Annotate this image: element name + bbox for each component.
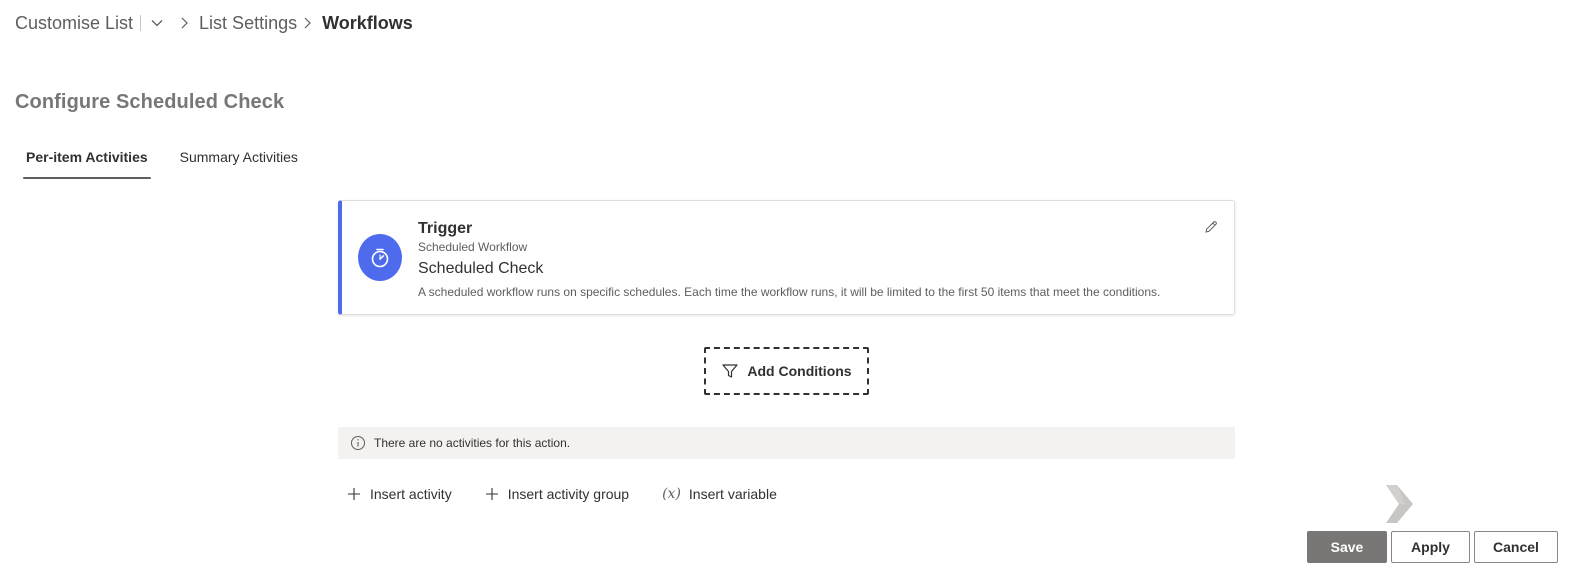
trigger-subtitle: Scheduled Workflow: [418, 240, 528, 254]
pencil-icon: [1205, 221, 1217, 233]
insert-variable-button[interactable]: (x) Insert variable: [662, 483, 777, 505]
breadcrumb: Customise List List Settings Workflows: [15, 10, 413, 36]
breadcrumb-item-list-settings[interactable]: List Settings: [199, 13, 297, 34]
trigger-name: Scheduled Check: [418, 260, 544, 277]
insert-activity-group-label: Insert activity group: [507, 486, 630, 502]
insert-activity-label: Insert activity: [370, 486, 452, 502]
breadcrumb-item-customise-list[interactable]: Customise List: [15, 13, 133, 34]
insert-activity-button[interactable]: Insert activity: [347, 483, 452, 505]
trigger-title: Trigger: [418, 220, 473, 237]
chevron-right-icon: [301, 17, 313, 29]
tab-summary-activities[interactable]: Summary Activities: [177, 144, 301, 179]
insert-toolbar: Insert activity Insert activity group (x…: [347, 483, 777, 505]
no-activities-text: There are no activities for this action.: [374, 436, 571, 450]
variable-icon: (x): [662, 486, 681, 502]
tab-list: Per-item Activities Summary Activities: [23, 144, 301, 179]
add-conditions-label: Add Conditions: [747, 363, 852, 379]
breadcrumb-divider: [140, 15, 142, 31]
trigger-card: Trigger Scheduled Workflow Scheduled Che…: [338, 200, 1235, 315]
page-title: Configure Scheduled Check: [15, 91, 285, 113]
add-conditions-button[interactable]: Add Conditions: [704, 347, 869, 395]
collapse-arrow-icon[interactable]: [1383, 485, 1415, 523]
tab-per-item-activities[interactable]: Per-item Activities: [23, 144, 151, 179]
edit-trigger-button[interactable]: [1202, 218, 1220, 236]
filter-icon: [722, 364, 738, 378]
no-activities-message: There are no activities for this action.: [338, 427, 1235, 459]
timer-icon: [358, 234, 402, 281]
chevron-down-icon[interactable]: [150, 16, 164, 30]
apply-button[interactable]: Apply: [1391, 531, 1470, 563]
insert-variable-label: Insert variable: [688, 486, 777, 502]
breadcrumb-item-workflows: Workflows: [322, 12, 413, 33]
chevron-right-icon: [178, 17, 190, 29]
plus-icon: [485, 488, 498, 500]
insert-activity-group-button[interactable]: Insert activity group: [485, 483, 629, 505]
trigger-description: A scheduled workflow runs on specific sc…: [418, 285, 1161, 299]
save-button[interactable]: Save: [1307, 531, 1387, 563]
plus-icon: [348, 488, 360, 500]
info-icon: [351, 436, 365, 450]
cancel-button[interactable]: Cancel: [1474, 531, 1558, 563]
